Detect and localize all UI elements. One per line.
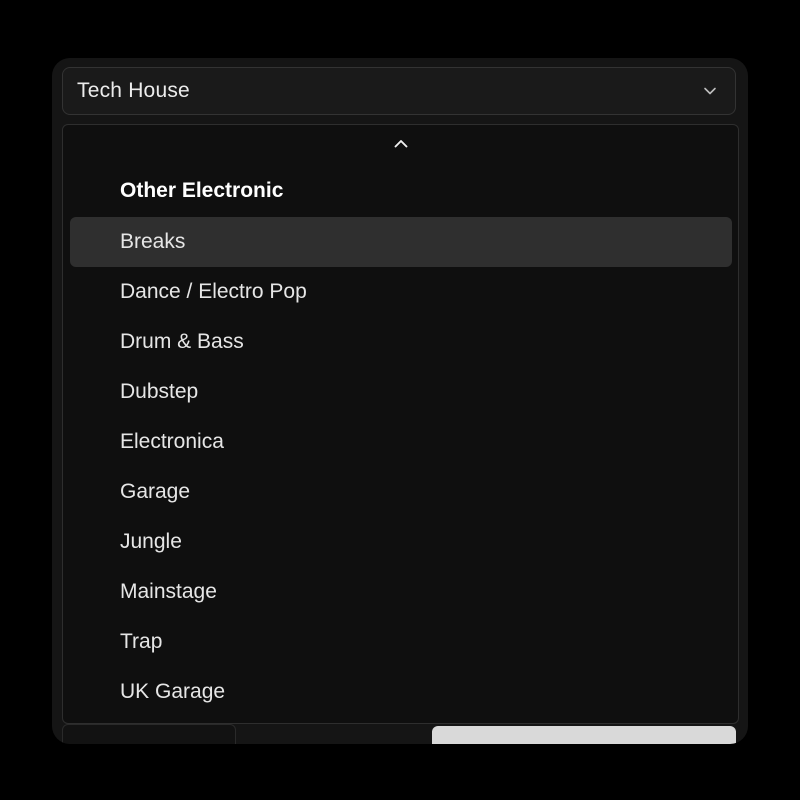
option-dance-electro-pop[interactable]: Dance / Electro Pop [70,267,732,317]
option-jungle[interactable]: Jungle [70,517,732,567]
chevron-down-icon [701,82,719,100]
option-mainstage[interactable]: Mainstage [70,567,732,617]
scroll-up-button[interactable] [63,131,738,161]
option-electronica[interactable]: Electronica [70,417,732,467]
chevron-up-icon [392,135,410,158]
secondary-button[interactable] [62,724,236,744]
primary-button[interactable] [432,726,736,744]
genre-select-value: Tech House [77,79,190,102]
option-garage[interactable]: Garage [70,467,732,517]
option-trap[interactable]: Trap [70,617,732,667]
genre-select[interactable]: Tech House [62,67,736,115]
option-list: Breaks Dance / Electro Pop Drum & Bass D… [70,217,732,717]
group-label-other-electronic: Other Electronic [120,179,284,202]
option-drum-and-bass[interactable]: Drum & Bass [70,317,732,367]
option-dubstep[interactable]: Dubstep [70,367,732,417]
option-uk-garage[interactable]: UK Garage [70,667,732,717]
genre-listbox[interactable]: Other Electronic Breaks Dance / Electro … [62,124,739,724]
option-breaks[interactable]: Breaks [70,217,732,267]
dialog-panel: Tech House Other Electronic Breaks Dance… [52,58,748,744]
